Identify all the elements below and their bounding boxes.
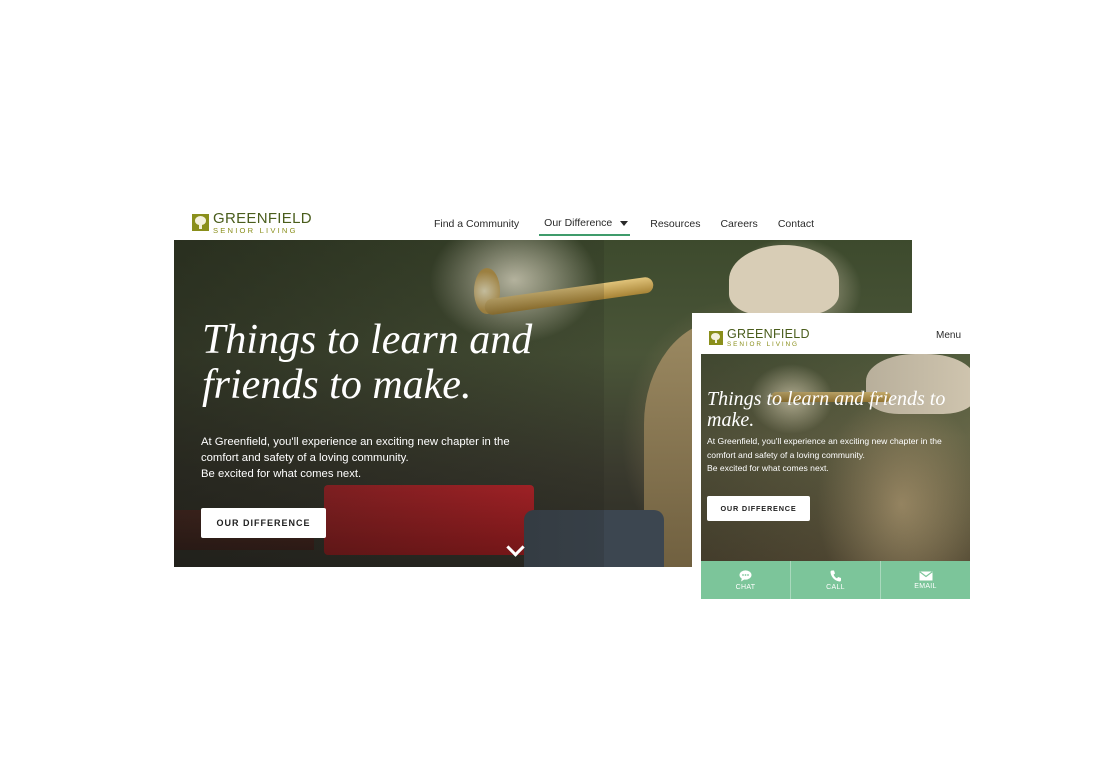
nav-find-a-community[interactable]: Find a Community	[434, 218, 519, 235]
phone-icon	[830, 570, 841, 582]
hero-title: Things to learn and friends to make.	[202, 317, 533, 408]
call-label: CALL	[826, 583, 845, 591]
chat-label: CHAT	[735, 583, 756, 591]
dropdown-caret-icon	[620, 221, 629, 226]
mobile-action-bar: CHAT CALL EMAIL	[701, 561, 970, 599]
mobile-hero-subtitle-line: At Greenfield, you'll experience an exci…	[707, 436, 942, 446]
nav-careers[interactable]: Careers	[720, 218, 757, 235]
mobile-hero-subtitle: At Greenfield, you'll experience an exci…	[707, 435, 969, 476]
mobile-hero-section: Things to learn and friends to make. At …	[701, 354, 970, 561]
mobile-hero-subtitle-line: comfort and safety of a loving community…	[707, 449, 865, 460]
hero-subtitle-line: comfort and safety of a loving community…	[201, 452, 409, 464]
hero-subtitle-line: At Greenfield, you'll experience an exci…	[201, 436, 510, 448]
logo-name: GREENFIELD	[727, 327, 810, 341]
mobile-menu-button[interactable]: Menu	[936, 330, 961, 341]
chat-button[interactable]: CHAT	[701, 561, 791, 599]
mobile-hero-subtitle-line: Be excited for what comes next.	[707, 463, 829, 473]
logo-tagline: SENIOR LIVING	[727, 340, 799, 348]
envelope-icon	[918, 570, 933, 580]
chat-bubble-icon	[739, 569, 752, 581]
mobile-view: GREENFIELD SENIOR LIVING Menu Things to …	[692, 313, 970, 599]
logo-name: GREENFIELD	[213, 210, 312, 227]
mobile-site-logo[interactable]: GREENFIELD SENIOR LIVING	[709, 328, 810, 348]
mobile-hero-title: Things to learn and friends to make.	[707, 388, 946, 431]
site-logo[interactable]: GREENFIELD SENIOR LIVING	[192, 211, 312, 235]
tree-logo-icon	[709, 330, 723, 345]
nav-our-difference[interactable]: Our Difference	[539, 217, 631, 236]
main-nav: Find a Community Our Difference Resource…	[434, 217, 814, 236]
hero-photo-hat	[729, 245, 839, 315]
logo-tagline: SENIOR LIVING	[213, 226, 298, 235]
nav-resources[interactable]: Resources	[650, 218, 700, 235]
hero-subtitle: At Greenfield, you'll experience an exci…	[201, 434, 531, 482]
tree-logo-icon	[192, 214, 209, 232]
nav-contact[interactable]: Contact	[778, 218, 814, 235]
our-difference-button[interactable]: OUR DIFFERENCE	[201, 508, 326, 538]
site-header: GREENFIELD SENIOR LIVING Find a Communit…	[174, 205, 912, 240]
hero-subtitle-line: Be excited for what comes next.	[201, 468, 362, 480]
email-button[interactable]: EMAIL	[881, 561, 970, 599]
call-button[interactable]: CALL	[791, 561, 881, 599]
email-label: EMAIL	[914, 582, 937, 590]
mobile-our-difference-button[interactable]: OUR DIFFERENCE	[707, 496, 810, 521]
nav-our-difference-label: Our Difference	[544, 217, 613, 229]
